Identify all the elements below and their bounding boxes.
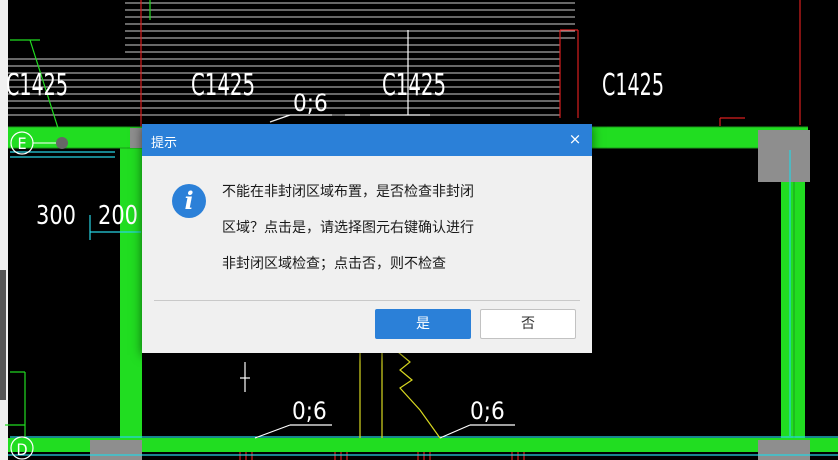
stair-hatch bbox=[8, 2, 575, 116]
opening-label-2: 0;6 bbox=[292, 397, 327, 425]
yellow-lines bbox=[359, 351, 441, 439]
axis-label-e: E bbox=[17, 134, 26, 153]
dimension-label-300: 300 bbox=[36, 201, 76, 231]
axis-label-d: D bbox=[16, 440, 27, 459]
window-label-4: C1425 bbox=[602, 68, 664, 103]
dialog-title-bar[interactable]: 提示 × bbox=[142, 124, 592, 156]
dimension-label-200: 200 bbox=[98, 201, 138, 231]
window-label-3: C1425 bbox=[382, 68, 446, 103]
opening-label-1: 0;6 bbox=[293, 89, 328, 117]
dialog-divider bbox=[154, 300, 580, 301]
message-line-2: 区域？点击是，请选择图元右键确认进行 bbox=[222, 220, 474, 236]
left-margin-dark bbox=[0, 270, 6, 400]
info-icon: i bbox=[172, 184, 206, 218]
window-label-1: C1425 bbox=[6, 68, 68, 103]
close-icon[interactable]: × bbox=[564, 128, 586, 150]
opening-label-3: 0;6 bbox=[470, 397, 505, 425]
window-label-2: C1425 bbox=[191, 68, 255, 103]
message-line-1: 不能在非封闭区域布置，是否检查非封闭 bbox=[222, 184, 474, 200]
message-line-3: 非封闭区域检查；点击否，则不检查 bbox=[222, 256, 446, 272]
dialog-title: 提示 bbox=[151, 136, 178, 151]
no-button[interactable]: 否 bbox=[480, 309, 576, 339]
prompt-dialog: 提示 × i 不能在非封闭区域布置，是否检查非封闭 区域？点击是，请选择图元右键… bbox=[142, 124, 592, 353]
yes-button[interactable]: 是 bbox=[375, 309, 471, 339]
